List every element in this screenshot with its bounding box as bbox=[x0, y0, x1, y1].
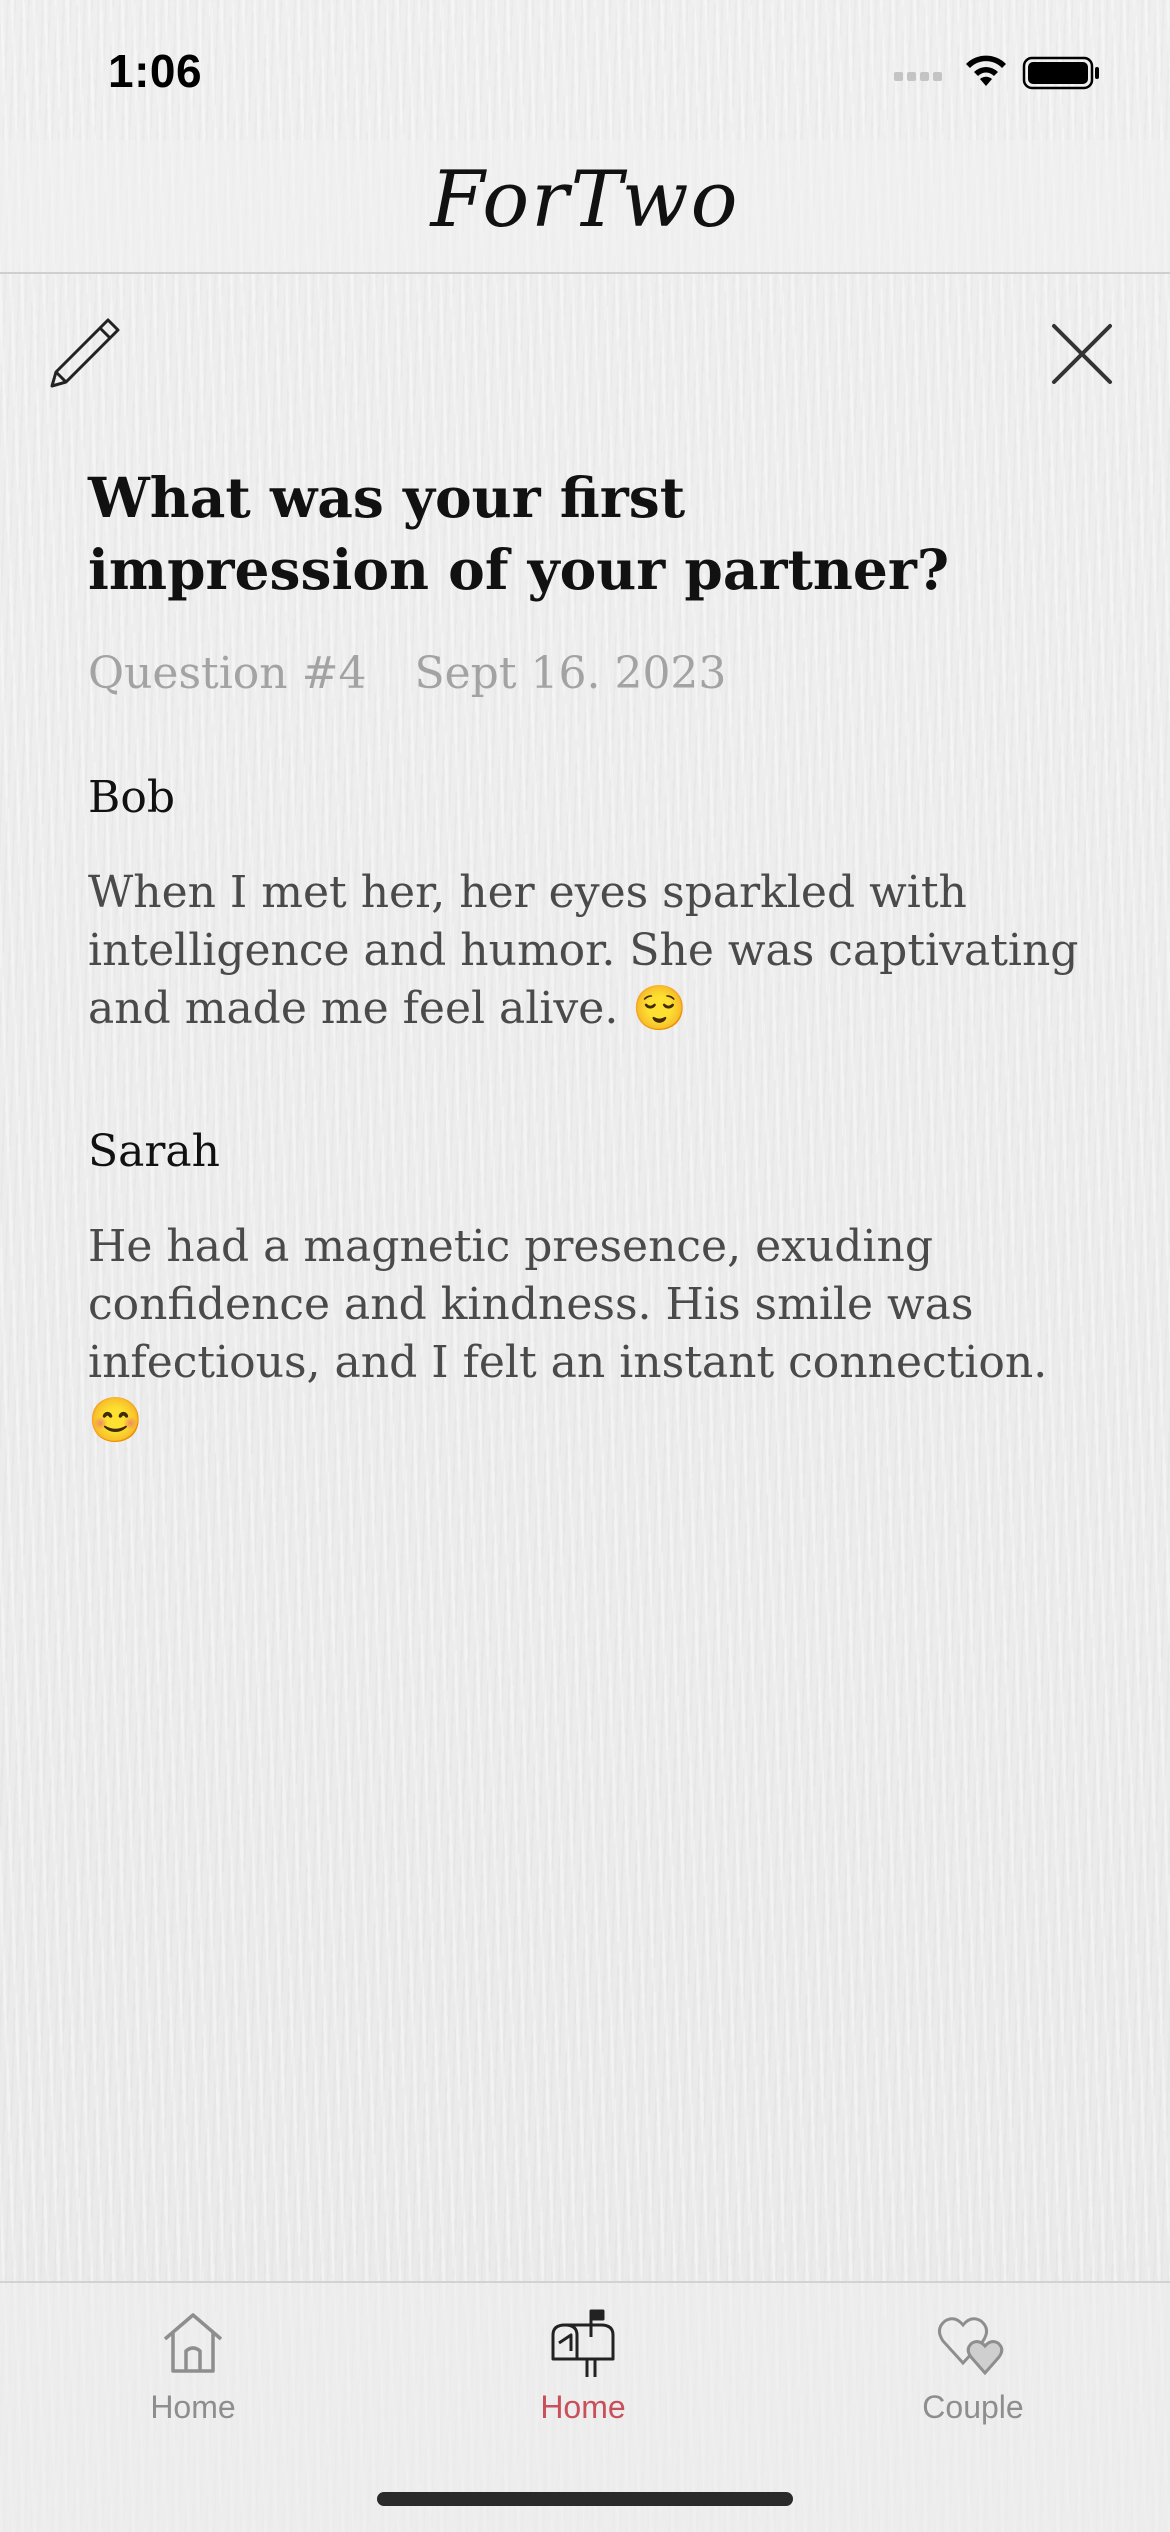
tab-mailbox[interactable]: Home bbox=[453, 2303, 713, 2453]
close-button[interactable] bbox=[1040, 312, 1124, 396]
mailbox-icon bbox=[551, 2309, 615, 2377]
status-icons bbox=[894, 55, 1099, 90]
tab-label: Couple bbox=[922, 2389, 1024, 2425]
house-icon bbox=[163, 2313, 223, 2373]
status-bar: 1:06 bbox=[0, 0, 1170, 140]
status-time: 1:06 bbox=[108, 45, 203, 97]
home-indicator bbox=[377, 2492, 793, 2506]
tab-label: Home bbox=[150, 2389, 236, 2425]
tab-couple[interactable]: Couple bbox=[843, 2303, 1103, 2453]
answer-author: Sarah bbox=[88, 1126, 220, 1177]
pencil-icon bbox=[50, 318, 120, 388]
question-title: What was your first impression of your p… bbox=[88, 465, 950, 602]
tab-home[interactable]: Home bbox=[63, 2303, 323, 2453]
question-date: Sept 16. 2023 bbox=[414, 648, 727, 699]
answer-author: Bob bbox=[88, 772, 175, 823]
signal-icon bbox=[894, 72, 942, 81]
app-header: ForTwo bbox=[0, 140, 1170, 274]
tab-bar: Home Home Couple bbox=[0, 2281, 1170, 2532]
answer-text: When I met her, her eyes sparkled with i… bbox=[88, 867, 1079, 1034]
battery-icon bbox=[1022, 56, 1099, 90]
hearts-icon bbox=[938, 2317, 1004, 2376]
question-number: Question #4 bbox=[88, 648, 367, 699]
tab-label: Home bbox=[540, 2389, 626, 2425]
wifi-icon bbox=[966, 55, 1006, 86]
question-meta: Question #4 Sept 16. 2023 bbox=[88, 648, 726, 699]
close-icon bbox=[1052, 324, 1112, 384]
app-title: ForTwo bbox=[430, 155, 740, 245]
answer-text: He had a magnetic presence, exuding conf… bbox=[88, 1221, 1048, 1446]
edit-button[interactable] bbox=[42, 312, 126, 396]
